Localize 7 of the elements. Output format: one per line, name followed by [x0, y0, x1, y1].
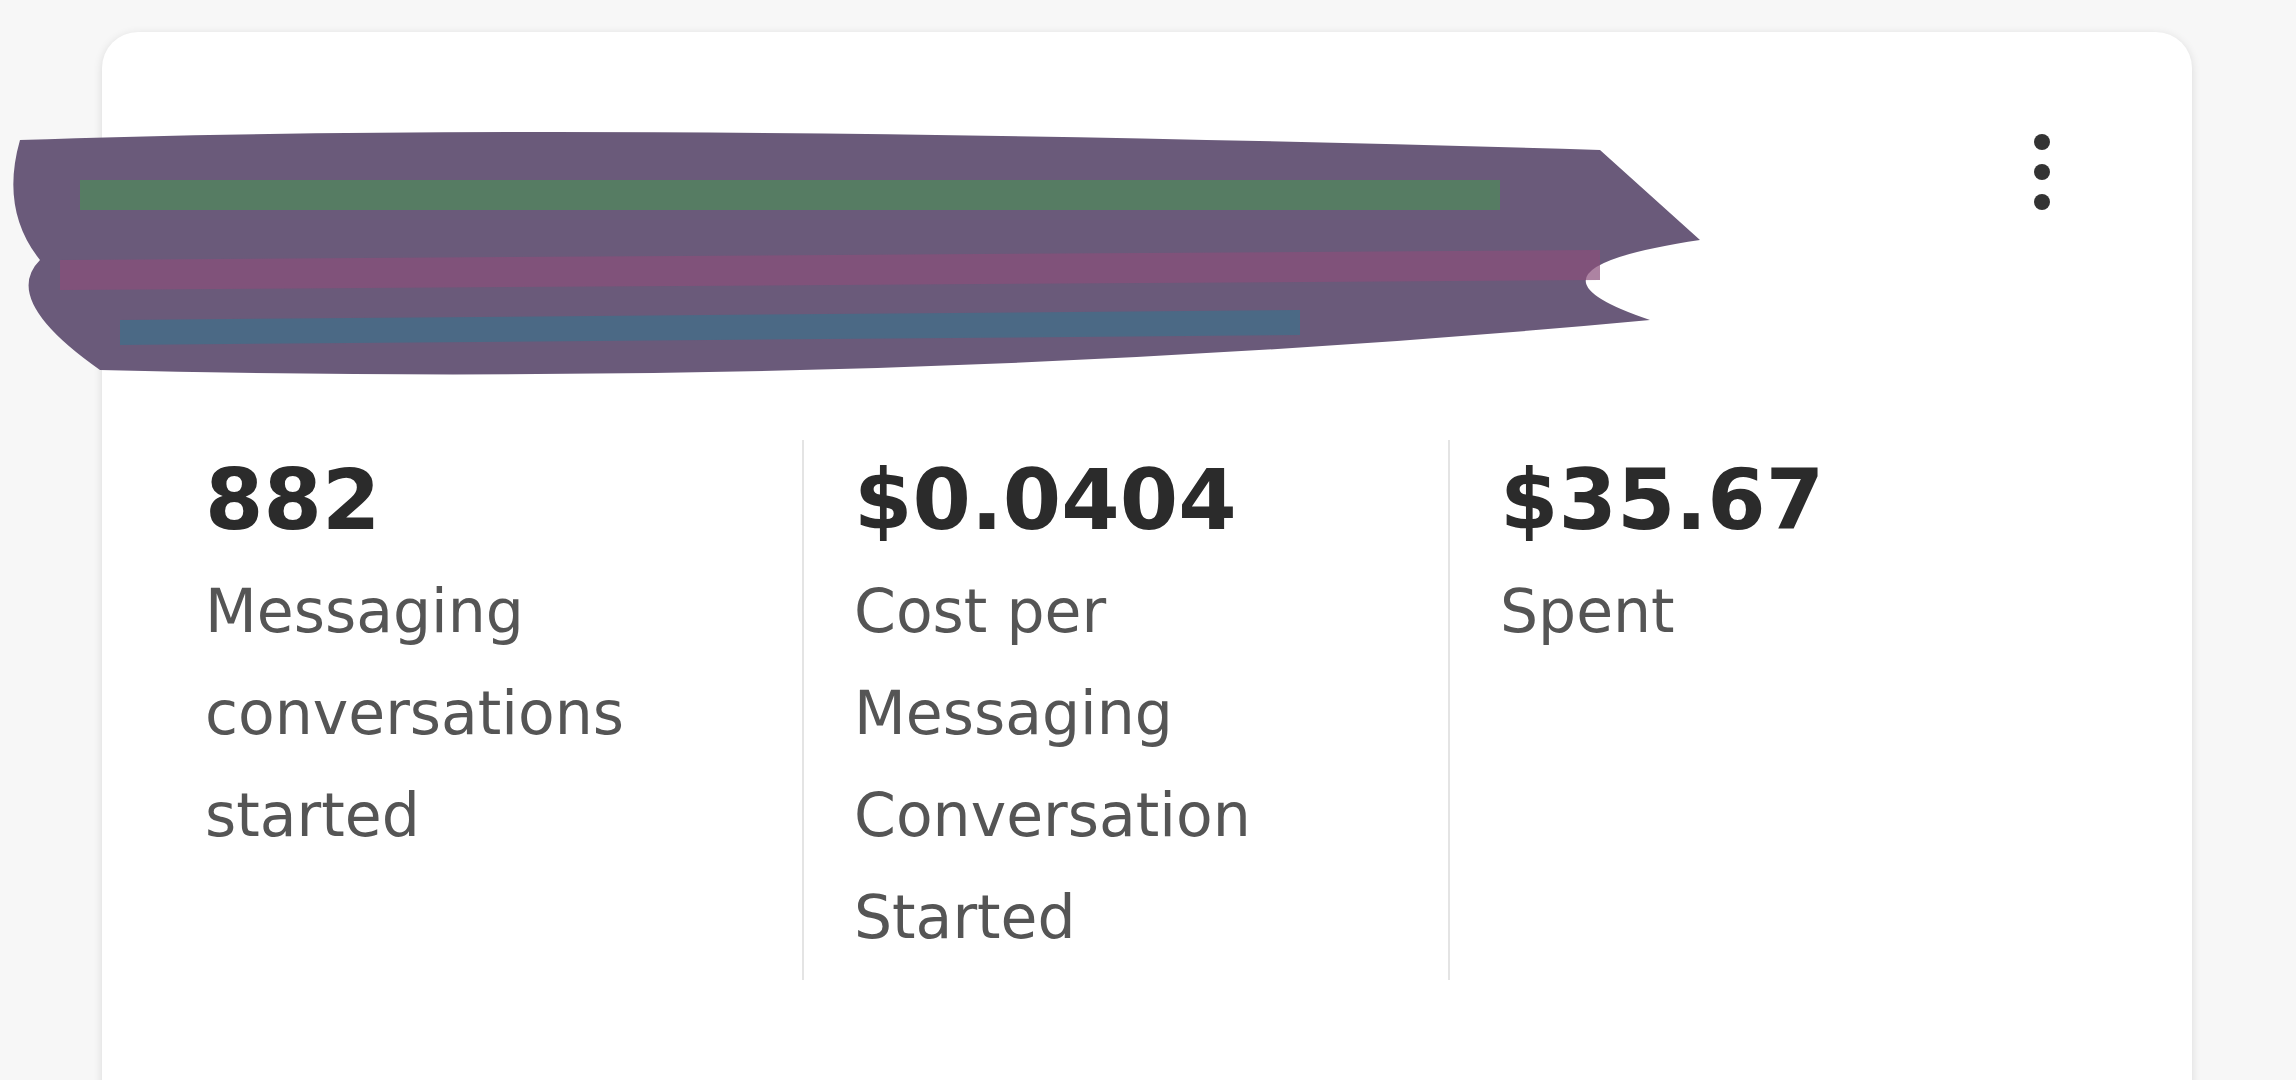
- metric-value: 882: [205, 450, 382, 551]
- metric-label: Spent: [1500, 575, 1676, 648]
- more-options-icon[interactable]: [2032, 132, 2052, 212]
- metric-value: $35.67: [1500, 450, 1826, 551]
- metric-label: Messaging conversations started: [205, 575, 626, 852]
- metric-label: Cost per Messaging Conversation Started: [854, 575, 1252, 954]
- metric-value: $0.0404: [854, 450, 1238, 551]
